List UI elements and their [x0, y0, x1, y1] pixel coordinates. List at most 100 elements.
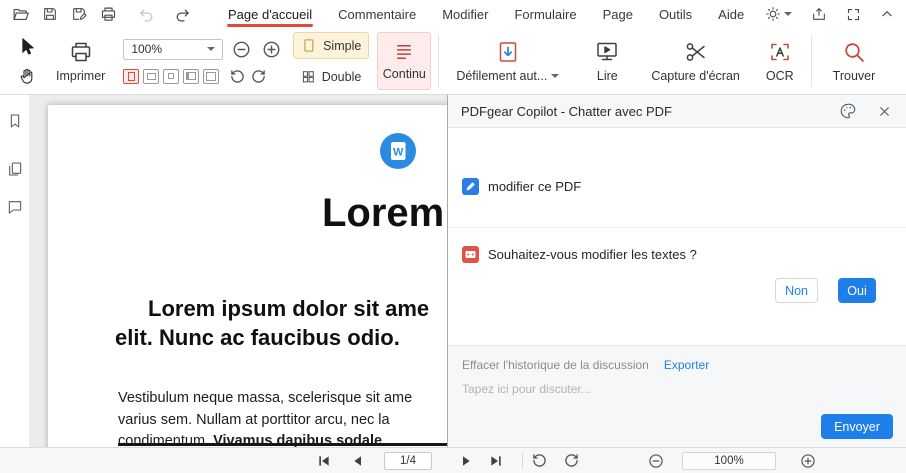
previous-page-button[interactable] [350, 448, 366, 473]
open-file-button[interactable] [10, 4, 31, 25]
rotate-left-button[interactable] [229, 68, 246, 85]
body-line: varius sem. Nullam at porttitor arcu, ne… [118, 411, 390, 428]
fit-glyph [127, 71, 135, 81]
word-document-icon[interactable]: W [379, 132, 417, 170]
chevron-down-icon [207, 47, 216, 51]
undo-button[interactable] [136, 4, 157, 25]
screen-capture-button[interactable]: Capture d'écran [641, 32, 750, 90]
left-sidebar [0, 95, 30, 447]
print-label: Imprimer [56, 68, 106, 83]
content-area: W Lorem Lorem ipsum dolor sit ame elit. … [0, 95, 906, 447]
export-link[interactable]: Exporter [664, 358, 709, 372]
first-page-button[interactable] [316, 448, 332, 473]
no-button[interactable]: Non [775, 278, 818, 303]
double-page-button[interactable]: Double [293, 63, 369, 90]
palette-icon [840, 103, 856, 119]
page-indicator[interactable]: 1/4 [384, 452, 432, 470]
rotate-page-right-button[interactable] [564, 448, 579, 473]
first-page-icon [319, 455, 329, 466]
page-layout-group: Simple Double [293, 32, 370, 90]
statusbar-zoom-value[interactable]: 100% [682, 452, 776, 470]
statusbar-zoom-in-button[interactable] [800, 448, 816, 473]
copilot-theme-button[interactable] [837, 100, 859, 122]
screen-capture-label: Capture d'écran [651, 68, 740, 83]
theme-mode-button[interactable] [763, 4, 794, 24]
full-width-icon[interactable] [203, 68, 220, 84]
chat-input[interactable] [462, 382, 852, 396]
collapse-ribbon-button[interactable] [878, 5, 896, 23]
svg-text:W: W [393, 147, 404, 159]
zoom-level-value: 100% [131, 42, 163, 56]
share-icon [813, 8, 825, 20]
quick-print-button[interactable] [98, 4, 119, 25]
single-page-button[interactable]: Simple [293, 32, 370, 59]
sun-icon [766, 7, 780, 21]
redo-icon [176, 9, 189, 22]
rotate-right-button[interactable] [250, 68, 267, 85]
share-button[interactable] [809, 4, 829, 24]
ribbon-toolbar: Imprimer 100% Simple Double Continu Défi… [0, 28, 906, 95]
document-title-text: Lorem [322, 191, 445, 235]
document-viewport[interactable]: W Lorem Lorem ipsum dolor sit ame elit. … [30, 95, 447, 447]
ocr-label: OCR [765, 68, 794, 83]
rotate-left-icon [533, 454, 546, 467]
auto-scroll-label: Défilement aut... [456, 68, 548, 83]
tab-formulaire[interactable]: Formulaire [501, 0, 589, 28]
rotate-right-icon [252, 69, 266, 83]
yes-button[interactable]: Oui [838, 278, 876, 303]
user-action-icon [462, 178, 479, 195]
save-button[interactable] [40, 4, 60, 24]
select-tool-button[interactable] [16, 35, 39, 58]
tab-page[interactable]: Page [590, 0, 646, 28]
fullscreen-button[interactable] [844, 5, 863, 24]
ocr-button[interactable]: OCR [756, 32, 804, 90]
last-page-button[interactable] [488, 448, 504, 473]
fit-page-icon[interactable] [143, 68, 160, 84]
pdf-page[interactable]: W Lorem Lorem ipsum dolor sit ame elit. … [48, 105, 447, 447]
save-icon [44, 8, 56, 20]
bookmarks-panel-button[interactable] [5, 111, 25, 131]
tab-outils[interactable]: Outils [646, 0, 705, 28]
tab-aide[interactable]: Aide [705, 0, 757, 28]
ribbon-separator [438, 35, 440, 87]
tab-page-accueil[interactable]: Page d'accueil [215, 0, 325, 28]
statusbar-separator [522, 453, 523, 468]
next-page-button[interactable] [458, 448, 474, 473]
continuous-scroll-button[interactable]: Continu [377, 32, 432, 90]
comments-panel-button[interactable] [5, 197, 25, 217]
read-mode-button[interactable]: Lire [585, 32, 629, 90]
menubar: Page d'accueil Commentaire Modifier Form… [0, 0, 906, 28]
tab-modifier[interactable]: Modifier [429, 0, 501, 28]
page-fit-options [123, 68, 283, 85]
fit-visible-icon[interactable] [183, 68, 200, 84]
send-button[interactable]: Envoyer [821, 414, 893, 439]
zoom-out-button[interactable] [230, 38, 253, 61]
copilot-bot-icon [462, 246, 479, 263]
printer-icon [71, 42, 90, 61]
statusbar: 1/4 100% [0, 447, 906, 473]
find-button[interactable]: Trouver [823, 32, 886, 90]
chevron-down-icon [551, 73, 560, 78]
zoom-level-dropdown[interactable]: 100% [123, 38, 224, 60]
rotate-page-left-button[interactable] [532, 448, 547, 473]
hand-tool-button[interactable] [16, 65, 38, 87]
redo-button[interactable] [172, 4, 193, 25]
clear-history-link[interactable]: Effacer l'historique de la discussion [462, 358, 649, 372]
auto-scroll-button[interactable]: Défilement aut... [446, 32, 569, 90]
last-page-icon [491, 455, 501, 466]
actual-size-icon[interactable] [163, 68, 180, 84]
fit-width-icon[interactable] [123, 68, 140, 84]
save-as-button[interactable] [69, 4, 89, 24]
search-icon [845, 42, 864, 62]
print-button[interactable]: Imprimer [46, 32, 115, 90]
printer-icon [101, 7, 116, 21]
tab-commentaire[interactable]: Commentaire [325, 0, 429, 28]
confirmation-buttons: Non Oui [775, 278, 876, 303]
zoom-in-button[interactable] [260, 38, 283, 61]
statusbar-zoom-out-button[interactable] [648, 448, 664, 473]
fullscreen-icon [847, 8, 860, 20]
continuous-scroll-icon [397, 44, 412, 59]
copilot-close-button[interactable] [876, 103, 893, 120]
thumbnails-panel-button[interactable] [5, 159, 25, 179]
quick-access-toolbar [10, 4, 193, 25]
